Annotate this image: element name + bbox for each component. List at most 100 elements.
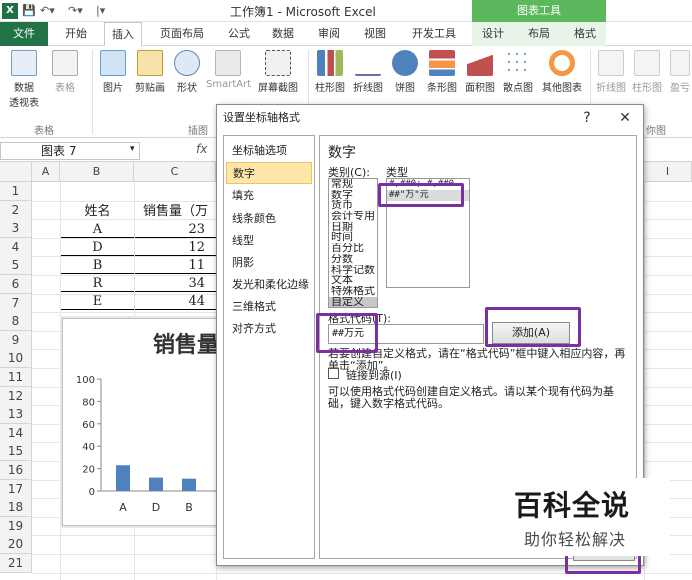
nav-alignment[interactable]: 对齐方式 [226,318,312,340]
row-header[interactable]: 14 [0,423,32,443]
column-header-c[interactable]: C [134,162,216,182]
tab-home[interactable]: 开始 [58,22,94,46]
tab-layout[interactable]: 布局 [522,22,556,46]
help-button[interactable]: ? [577,108,597,128]
bar[interactable] [182,478,196,491]
area-chart-button[interactable]: 面积图 [462,50,498,94]
format-code-input[interactable]: ##万元 [328,324,484,344]
category-item[interactable]: 分数 [329,254,377,265]
row-header[interactable]: 3 [0,219,32,239]
category-item-custom[interactable]: 自定义 [329,296,377,307]
column-header-b[interactable]: B [60,162,134,182]
name-box-dropdown-icon[interactable]: ▾ [130,144,135,154]
pivot-table-button[interactable]: 数据 透视表 [4,50,44,109]
table-button[interactable]: 表格 [50,50,80,94]
category-item[interactable]: 文本 [329,275,377,286]
smartart-button[interactable]: SmartArt [206,50,251,90]
tab-data[interactable]: 数据 [266,22,300,46]
line-chart-button[interactable]: 折线图 [350,50,386,94]
select-all-corner[interactable] [0,162,32,182]
category-item[interactable]: 时间 [329,232,377,243]
row-header[interactable]: 7 [0,293,32,313]
bar[interactable] [116,465,130,491]
name-box[interactable]: 图表 7 [0,142,140,160]
row-header[interactable]: 4 [0,237,32,257]
category-item[interactable]: 日期 [329,222,377,233]
cell-c3[interactable]: 23 [134,219,218,238]
row-header[interactable]: 18 [0,498,32,518]
category-list[interactable]: 常规 数字 货币 会计专用 日期 时间 百分比 分数 科学记数 文本 特殊格式 … [328,178,378,308]
row-header[interactable]: 19 [0,516,32,536]
chart-object[interactable]: 销售量 0 20 40 60 80 100 A D B [62,318,223,527]
category-item[interactable]: 百分比 [329,243,377,254]
sparkline-column-button[interactable]: 柱形图 [630,50,664,94]
row-header[interactable]: 10 [0,349,32,369]
row-header[interactable]: 6 [0,275,32,294]
nav-number[interactable]: 数字 [226,162,312,184]
sparkline-line-button[interactable]: 折线图 [594,50,628,94]
nav-glow-soft-edges[interactable]: 发光和柔化边缘 [226,274,312,296]
tab-design[interactable]: 设计 [476,22,510,46]
row-header[interactable]: 8 [0,312,32,332]
category-item[interactable]: 数字 [329,190,377,201]
add-button[interactable]: 添加(A) [492,322,570,344]
bar-chart-button[interactable]: 条形图 [424,50,460,94]
cell-c4[interactable]: 12 [134,237,218,256]
type-list[interactable]: #,##0;-#,##0 ##"万"元 [386,178,470,288]
row-header[interactable]: 5 [0,256,32,276]
row-header[interactable]: 15 [0,442,32,462]
row-header[interactable]: 13 [0,405,32,425]
nav-line-color[interactable]: 线条颜色 [226,208,312,230]
category-item[interactable]: 货币 [329,200,377,211]
type-item-selected[interactable]: ##"万"元 [387,190,469,201]
customize-qat-icon[interactable]: |▾ [96,3,105,19]
nav-shadow[interactable]: 阴影 [226,252,312,274]
picture-button[interactable]: 图片 [98,50,128,94]
row-header[interactable]: 9 [0,330,32,350]
category-item[interactable]: 会计专用 [329,211,377,222]
category-item[interactable]: 常规 [329,179,377,190]
save-icon[interactable]: 💾 [22,3,36,19]
undo-icon[interactable]: ↶▾ [40,3,55,19]
tab-review[interactable]: 审阅 [312,22,346,46]
column-chart-button[interactable]: 柱形图 [312,50,348,94]
row-header[interactable]: 2 [0,200,32,220]
cell-b5[interactable]: B [60,255,135,274]
tab-developer[interactable]: 开发工具 [404,22,464,46]
cell-b3[interactable]: A [60,219,135,238]
column-header-a[interactable]: A [32,162,60,182]
cell-b2[interactable]: 姓名 [60,201,135,220]
screenshot-button[interactable]: 屏幕截图 [256,50,300,94]
row-header[interactable]: 1 [0,182,32,201]
row-header[interactable]: 17 [0,479,32,499]
bar[interactable] [149,477,163,491]
tab-file[interactable]: 文件 [0,22,48,46]
row-header[interactable]: 16 [0,461,32,480]
nav-fill[interactable]: 填充 [226,185,312,207]
cell-c5[interactable]: 11 [134,255,218,274]
row-header[interactable]: 12 [0,386,32,406]
type-item[interactable]: #,##0;-#,##0 [387,179,469,190]
scatter-chart-button[interactable]: 散点图 [500,50,536,94]
clipart-button[interactable]: 剪贴画 [132,50,168,94]
other-charts-button[interactable]: 其他图表 [538,50,586,94]
column-chart-plot[interactable]: 0 20 40 60 80 100 A D B [63,319,223,527]
tab-formulas[interactable]: 公式 [222,22,256,46]
category-item[interactable]: 科学记数 [329,265,377,276]
close-icon[interactable]: ✕ [615,108,635,128]
nav-axis-options[interactable]: 坐标轴选项 [226,140,312,162]
cell-c2[interactable]: 销售量（万 [134,201,218,220]
row-header[interactable]: 11 [0,368,32,387]
fx-icon[interactable]: fx [196,142,207,156]
column-header-i[interactable]: I [644,162,692,182]
redo-icon[interactable]: ↷▾ [68,3,83,19]
cell-b4[interactable]: D [60,237,135,256]
tab-page-layout[interactable]: 页面布局 [152,22,212,46]
nav-3d-format[interactable]: 三维格式 [226,296,312,318]
tab-view[interactable]: 视图 [358,22,392,46]
tab-format[interactable]: 格式 [568,22,602,46]
row-header[interactable]: 20 [0,535,32,555]
tab-insert[interactable]: 插入 [104,22,142,47]
shapes-button[interactable]: 形状 [172,50,202,94]
row-header[interactable]: 21 [0,554,32,573]
